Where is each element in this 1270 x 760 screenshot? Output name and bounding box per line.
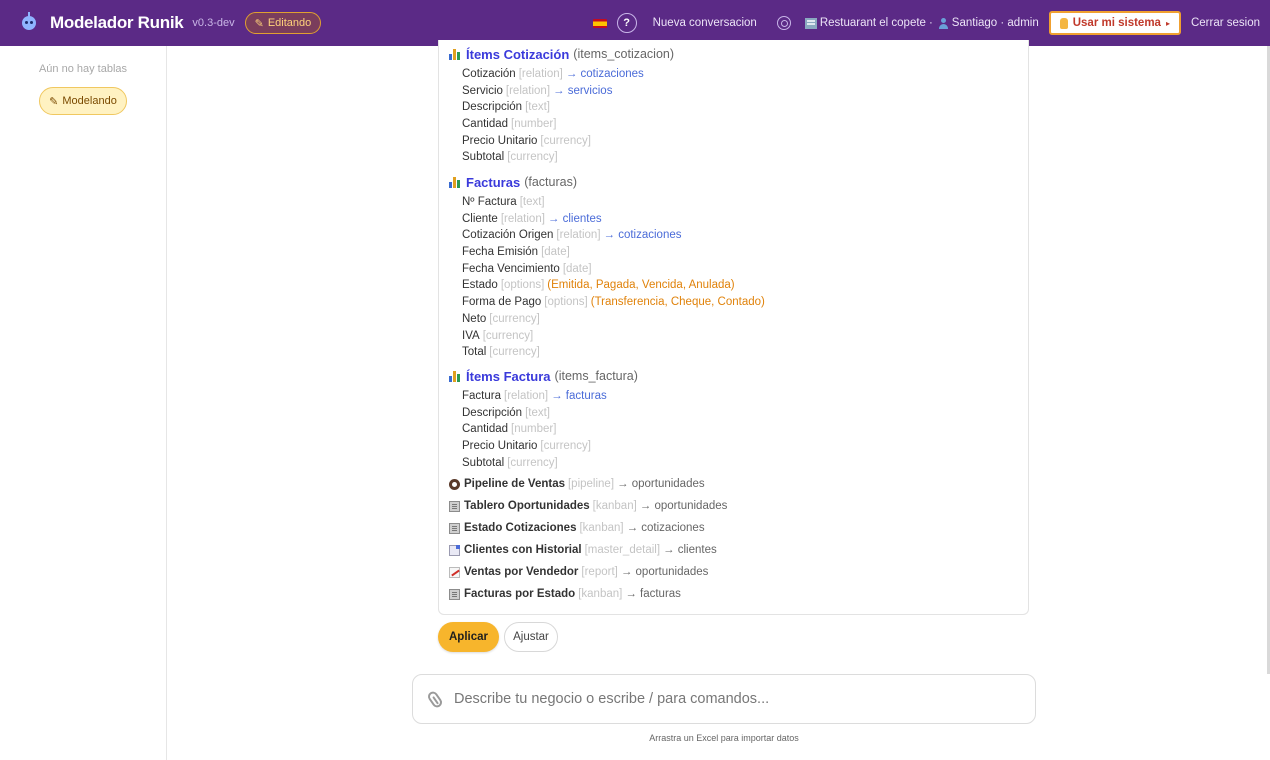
play-arrow-icon: ▸ [1165,18,1170,28]
field-row: Nº Factura [text] [462,196,545,208]
chat-input[interactable] [454,691,1035,707]
table-name: Ítems Cotización [466,46,570,62]
new-conversation-link[interactable]: Nueva conversacion [653,17,757,29]
help-button[interactable]: ? [616,13,637,33]
field-row: Cantidad [number] [462,118,557,131]
clipboard-icon [449,500,460,512]
table-block: Ítems Cotización (items_cotizacion) Coti… [449,45,674,166]
business-name: Restuarant el copete [819,17,926,29]
adjust-button[interactable]: Ajustar [504,622,558,652]
context-info: Restuarant el copete · Santiago · admin [804,17,1039,29]
field-row: Cantidad [number] [462,423,557,436]
table-title: Ítems Cotización (items_cotizacion) [449,45,674,63]
use-system-label: Usar mi sistema [1072,17,1161,29]
bar-chart-icon [449,370,462,382]
table-name: Facturas [466,174,521,190]
editing-badge[interactable]: ✎ Editando [244,12,322,34]
field-row: Forma de Pago [options] (Transferencia, Ch… [462,296,765,309]
bar-chart-icon [449,48,462,60]
field-row: Estado [options] (Emitida, Pagada, Vencida… [462,279,735,292]
table-block: Ítems Factura (items_factura) Factura [re… [449,367,638,471]
table-name: Ítems Factura [466,368,551,384]
table-title: Facturas (facturas) [449,173,765,191]
pencil-icon: ✎ [49,95,59,108]
clipboard-icon [449,588,460,600]
field-row: Cotización Origen [relation] → cotizacione… [462,229,682,242]
robot-logo-icon [20,12,38,34]
field-row: Cotización [relation] → cotizaciones [462,68,644,80]
view-row: Clientes con Historial [master_detail] → c… [449,541,717,559]
chat-input-box [412,674,1036,724]
paperclip-icon[interactable] [426,689,444,709]
modeling-mode-pill[interactable]: ✎ Modelando [39,87,127,115]
document-icon [449,544,460,556]
user-name: Santiago · admin [951,17,1039,29]
user-icon [938,17,949,29]
view-row: Estado Cotizaciones [kanban] → cotizacione… [449,519,705,537]
field-row: Neto [currency] [462,312,540,325]
field-row: Subtotal [currency] [462,456,558,469]
context-separator: · [928,17,933,29]
building-icon [804,17,817,29]
mode-pill-label: Modelando [62,95,117,107]
field-row: Subtotal [currency] [462,151,558,164]
field-row: Precio Unitario [currency] [462,134,591,147]
model-proposal-card: Ítems Cotización (items_cotizacion) Coti… [438,40,1029,615]
bar-chart-icon [449,176,462,188]
pencil-icon: ✎ [254,17,264,30]
gear-icon[interactable] [776,16,791,30]
table-title: Ítems Factura (items_factura) [449,367,638,385]
view-row: Pipeline de Ventas [pipeline] → oportunida… [449,475,705,493]
view-row: Ventas por Vendedor [report] → oportunidad… [449,563,708,581]
field-row: Precio Unitario [currency] [462,440,591,453]
hand-icon [1059,17,1068,29]
field-row: Fecha Vencimiento [date] [462,262,592,275]
field-row: Total [currency] [462,346,540,359]
clipboard-icon [449,522,460,534]
field-row: Descripción [text] [462,101,551,114]
trend-chart-icon [449,566,460,578]
apply-button[interactable]: Aplicar [438,622,499,652]
use-system-button[interactable]: Usar mi sistema ▸ [1048,11,1181,35]
table-key: (items_cotizacion) [573,47,675,61]
editing-badge-label: Editando [267,17,312,29]
field-row: Servicio [relation] → servicios [462,84,613,97]
table-key: (items_factura) [554,369,638,383]
spain-flag-icon[interactable] [592,18,607,28]
field-row: Descripción [text] [462,406,551,419]
field-row: Fecha Emisión [date] [462,246,570,259]
drag-excel-hint: Arrastra un Excel para importar datos [649,733,799,743]
view-row: Facturas por Estado [kanban] → facturas [449,585,681,603]
field-row: Cliente [relation] → clientes [462,212,602,225]
app-title: Modelador Runik [50,13,184,32]
logout-link[interactable]: Cerrar sesion [1191,17,1260,29]
table-key: (facturas) [524,175,577,189]
sidebar: Aún no hay tablas ✎ Modelando [0,46,167,760]
field-row: IVA [currency] [462,329,534,342]
version-label: v0.3-dev [192,17,235,29]
empty-tables-text: Aún no hay tablas [38,63,128,75]
view-row: Tablero Oportunidades [kanban] → oportunid… [449,497,727,515]
field-row: Factura [relation] → facturas [462,390,607,402]
table-block: Facturas (facturas) Nº Factura [text] Cli… [449,173,765,361]
eye-icon [449,478,460,490]
